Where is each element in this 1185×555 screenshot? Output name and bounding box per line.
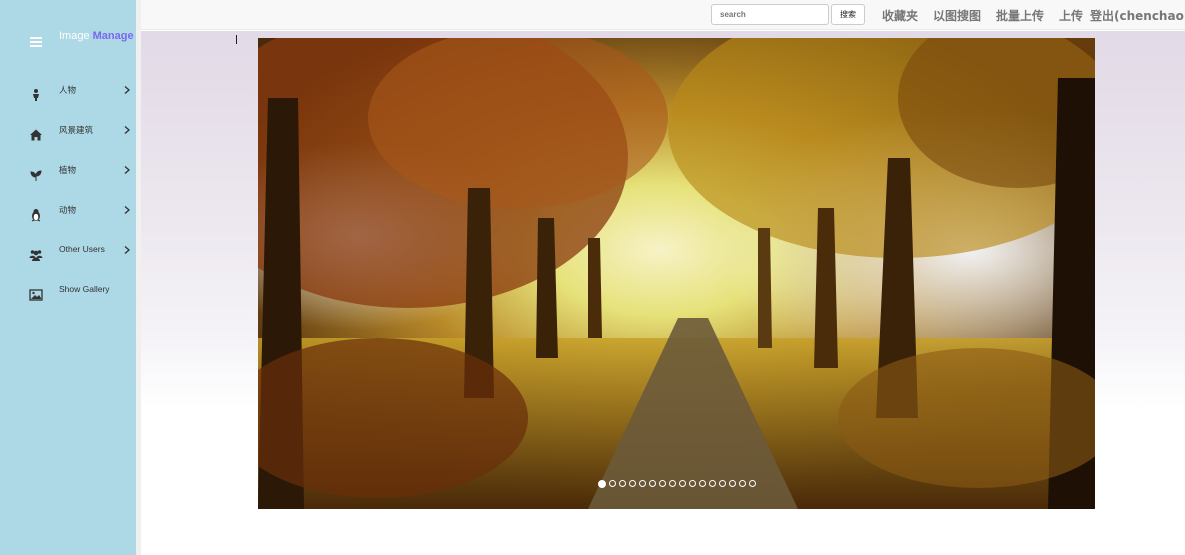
carousel-dot[interactable]: [658, 480, 666, 487]
sidebar-item-plants[interactable]: 植物: [0, 164, 136, 204]
nav-link-upload[interactable]: 上传: [1059, 7, 1083, 24]
sidebar-item-label: 动物: [59, 205, 77, 215]
search-button[interactable]: 搜索: [831, 4, 865, 25]
carousel-dot[interactable]: [718, 480, 726, 487]
chevron-right-icon: [124, 166, 130, 174]
sidebar-item-label: 人物: [59, 85, 77, 95]
nav-link-favorites[interactable]: 收藏夹: [882, 7, 918, 24]
picture-icon: [29, 289, 43, 301]
chevron-right-icon: [124, 86, 130, 94]
sidebar-item-people[interactable]: 人物: [0, 84, 136, 124]
carousel-dot[interactable]: [738, 480, 746, 487]
chevron-right-icon: [124, 206, 130, 214]
chevron-right-icon: [124, 246, 130, 254]
carousel-dot[interactable]: [618, 480, 626, 487]
nav-link-image-search[interactable]: 以图搜图: [933, 7, 981, 24]
carousel-dot[interactable]: [728, 480, 736, 487]
penguin-icon: [31, 209, 41, 222]
carousel-dot[interactable]: [678, 480, 686, 487]
sidebar-item-landscape[interactable]: 风景建筑: [0, 124, 136, 164]
carousel-dot[interactable]: [668, 480, 676, 487]
carousel-dot[interactable]: [648, 480, 656, 487]
carousel-dot[interactable]: [698, 480, 706, 487]
sidebar-item-animals[interactable]: 动物: [0, 204, 136, 244]
sidebar-header: Image Manage: [0, 0, 136, 70]
text-cursor: [236, 35, 237, 44]
sidebar-item-label: 植物: [59, 165, 77, 175]
person-icon: [33, 89, 39, 101]
carousel-dot[interactable]: [628, 480, 636, 487]
nav-link-logout[interactable]: 登出(chenchao15): [1090, 7, 1185, 24]
home-icon: [30, 129, 42, 141]
carousel-dot[interactable]: [597, 479, 606, 488]
search-input[interactable]: [711, 4, 829, 25]
brand-text-image: Image: [59, 30, 90, 42]
carousel-dot[interactable]: [708, 480, 716, 487]
hamburger-icon[interactable]: [30, 37, 42, 47]
image-carousel[interactable]: [258, 38, 1095, 509]
carousel-dot[interactable]: [748, 480, 756, 487]
carousel-dot[interactable]: [608, 480, 616, 487]
sidebar-item-label: Other Users: [59, 244, 105, 254]
leaf-icon: [30, 170, 42, 181]
carousel-indicators: [258, 479, 1095, 488]
users-icon: [29, 250, 43, 261]
chevron-right-icon: [124, 126, 130, 134]
nav-link-batch-upload[interactable]: 批量上传: [996, 7, 1044, 24]
brand-text-manage: Manage: [92, 30, 134, 42]
sidebar-item-label: Show Gallery: [59, 284, 110, 294]
sidebar-item-label: 风景建筑: [59, 125, 94, 135]
carousel-dot[interactable]: [638, 480, 646, 487]
sidebar-item-other-users[interactable]: Other Users: [0, 244, 136, 284]
carousel-image: [258, 38, 1095, 509]
sidebar: Image Manage 人物 风景建筑 植物 动物 Other Users S…: [0, 0, 136, 555]
carousel-dot[interactable]: [688, 480, 696, 487]
brand-logo[interactable]: Image Manage: [59, 30, 134, 42]
top-navbar: 搜索 收藏夹 以图搜图 批量上传 上传 登出(chenchao15): [141, 0, 1185, 30]
sidebar-item-show-gallery[interactable]: Show Gallery: [0, 284, 136, 324]
